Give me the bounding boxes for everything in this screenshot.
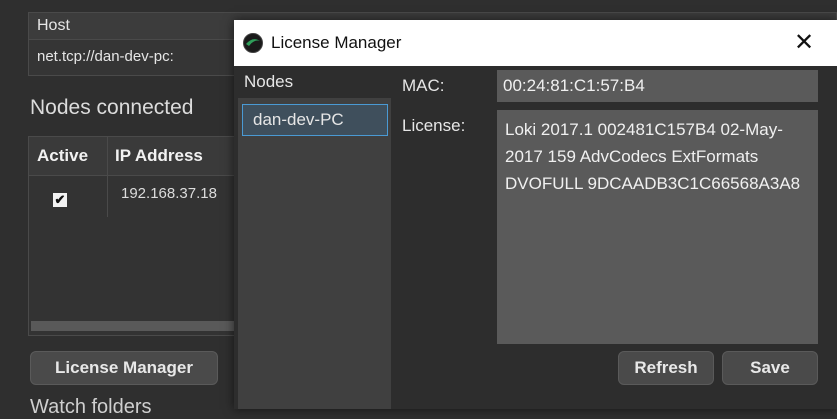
close-icon[interactable]: ✕ [787,26,821,60]
nodes-connected-title: Nodes connected [30,96,194,119]
mac-label: MAC: [402,76,445,95]
ip-address-cell: 192.168.37.18 [121,185,217,202]
dialog-title: License Manager [271,33,402,52]
license-manager-dialog: License Manager ✕ Nodes dan-dev-PC MAC: … [234,20,837,409]
column-divider [107,137,108,217]
mac-field[interactable]: 00:24:81:C1:57:B4 [497,70,818,102]
node-item-dan-dev-pc[interactable]: dan-dev-PC [242,104,388,136]
license-text-field[interactable]: Loki 2017.1 002481C157B4 02-May-2017 159… [497,110,818,344]
active-checkbox[interactable]: ✔ [53,193,67,207]
save-button[interactable]: Save [722,351,818,385]
watch-folders-title: Watch folders [30,396,152,418]
loki-app-icon [243,33,263,53]
license-label: License: [402,116,466,135]
column-header-ip-address[interactable]: IP Address [115,137,203,175]
nodes-label: Nodes [244,72,294,91]
dialog-titlebar[interactable]: License Manager ✕ [234,20,837,66]
nodes-list[interactable]: dan-dev-PC [238,98,391,409]
refresh-button[interactable]: Refresh [618,351,714,385]
license-manager-button[interactable]: License Manager [30,351,218,385]
column-header-active[interactable]: Active [37,137,88,175]
